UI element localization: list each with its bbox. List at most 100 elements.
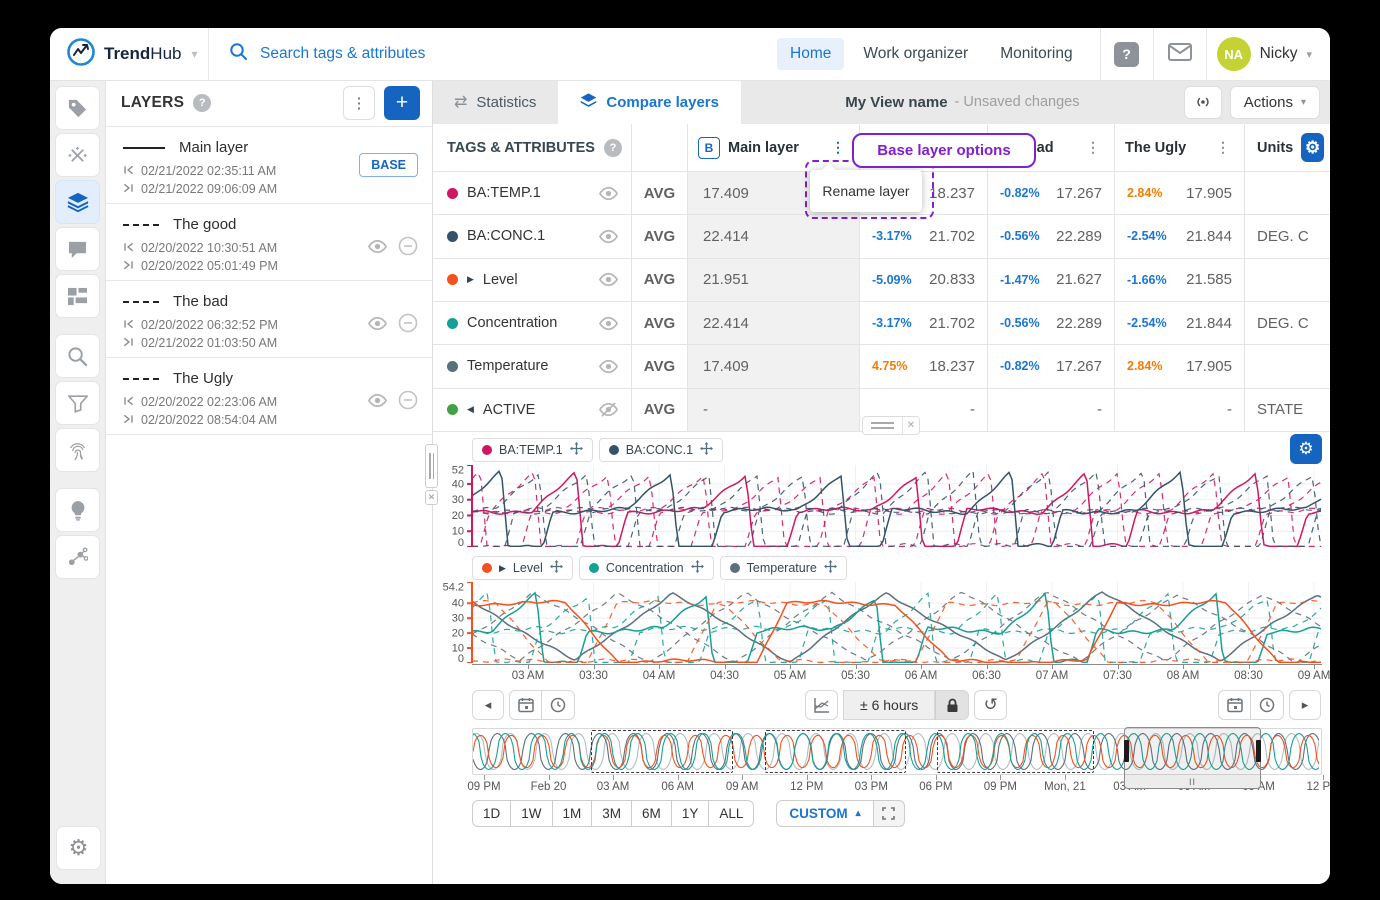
user-menu[interactable]: NA Nicky ▾ [1207, 37, 1330, 71]
expander-icon[interactable]: ▶ [499, 563, 506, 574]
pan-left-button[interactable]: ◂ [472, 690, 504, 720]
app-logo[interactable]: TrendHub ▾ [50, 37, 208, 72]
visibility-eye-icon[interactable] [598, 229, 619, 244]
legend-chip[interactable]: Concentration [579, 556, 714, 580]
aggregation-cell[interactable]: AVG [632, 345, 688, 388]
aggregation-cell[interactable]: AVG [632, 259, 688, 302]
tag-cell[interactable]: BA:CONC.1 [432, 215, 632, 258]
the-ugly-options-button[interactable]: ⋮ [1212, 137, 1234, 158]
vertical-resize-handle[interactable]: ✕ [425, 444, 438, 505]
trend-chart-1[interactable]: 52403020100 [442, 465, 1322, 547]
tab-compare-layers[interactable]: Compare layers [558, 80, 741, 124]
zoom-preset-6m[interactable]: 6M [632, 800, 672, 827]
help-circle-icon[interactable]: ? [193, 94, 211, 112]
tag-cell[interactable]: BA:TEMP.1 [432, 172, 632, 215]
layer-remove-button[interactable] [398, 236, 418, 261]
tag-cell[interactable]: Temperature [432, 345, 632, 388]
compare-mode-button[interactable] [805, 690, 838, 720]
move-icon[interactable] [691, 560, 704, 576]
layer-item[interactable]: The Ugly02/20/2022 02:23:06 AM02/20/2022… [105, 358, 432, 435]
layers-menu-button[interactable]: ⋮ [343, 86, 375, 120]
visibility-eye-icon[interactable] [598, 272, 619, 287]
clock-button[interactable] [1251, 690, 1284, 720]
search-bar[interactable] [209, 42, 777, 66]
zoom-preset-3m[interactable]: 3M [592, 800, 632, 827]
fit-range-button[interactable] [874, 800, 905, 827]
nav-work-organizer[interactable]: Work organizer [850, 38, 981, 70]
expander-icon[interactable]: ◀ [467, 404, 474, 415]
table-row[interactable]: BA:CONC.1AVG22.414-3.17%21.702-0.56%22.2… [432, 215, 1330, 258]
custom-range-button[interactable]: CUSTOM▴ [776, 800, 873, 827]
rail-context-items-button[interactable] [55, 133, 100, 177]
selection-handle-right[interactable] [1256, 740, 1261, 762]
rail-recommendations-button[interactable] [55, 535, 100, 579]
aggregation-cell[interactable]: AVG [632, 389, 688, 432]
help-button[interactable]: ? [1101, 28, 1153, 80]
units-settings-button[interactable]: ⚙ [1301, 133, 1324, 162]
clock-button[interactable] [542, 690, 575, 720]
table-row[interactable]: ConcentrationAVG22.414-3.17%21.702-0.56%… [432, 302, 1330, 345]
calendar-button[interactable] [509, 690, 542, 720]
table-row[interactable]: ▶LevelAVG21.951-5.09%20.833-1.47%21.627-… [432, 259, 1330, 302]
pan-right-button[interactable]: ▸ [1289, 690, 1321, 720]
close-icon[interactable]: ✕ [902, 417, 919, 434]
zoom-preset-1w[interactable]: 1W [511, 800, 552, 827]
context-layer-region-bad[interactable] [937, 730, 1094, 773]
aggregation-cell[interactable]: AVG [632, 302, 688, 345]
visibility-eye-off-icon[interactable] [598, 401, 619, 418]
aggregation-cell[interactable]: AVG [632, 215, 688, 258]
visibility-eye-icon[interactable] [598, 316, 619, 331]
brand-caret-icon[interactable]: ▾ [191, 47, 197, 61]
actions-button[interactable]: Actions▾ [1230, 86, 1320, 119]
trend-chart-2[interactable]: 54.2403020100 [442, 582, 1322, 663]
zoom-preset-1y[interactable]: 1Y [672, 800, 710, 827]
nav-home[interactable]: Home [777, 38, 844, 70]
add-layer-button[interactable]: + [384, 86, 420, 120]
context-overview-bar[interactable]: II [472, 728, 1322, 775]
legend-chip[interactable]: ▶Level [472, 556, 573, 580]
zoom-preset-all[interactable]: ALL [709, 800, 754, 827]
move-icon[interactable] [550, 560, 563, 576]
chart-settings-button[interactable]: ⚙ [1290, 434, 1322, 464]
context-selection-window[interactable] [1124, 727, 1261, 777]
rail-tag-button[interactable] [55, 86, 100, 130]
horizontal-resize-handle[interactable]: ✕ [862, 416, 920, 435]
rail-fingerprint-button[interactable] [55, 428, 100, 472]
the-bad-options-button[interactable]: ⋮ [1082, 137, 1104, 158]
legend-chip[interactable]: BA:TEMP.1 [472, 438, 593, 462]
rail-dashboard-button[interactable] [55, 274, 100, 318]
nav-monitoring[interactable]: Monitoring [987, 38, 1085, 70]
context-layer-region-ugly[interactable] [591, 730, 733, 773]
visibility-eye-icon[interactable] [598, 359, 619, 374]
tag-cell[interactable]: ◀ACTIVE [432, 389, 632, 432]
close-icon[interactable]: ✕ [425, 490, 438, 505]
table-row[interactable]: TemperatureAVG17.4094.75%18.237-0.82%17.… [432, 345, 1330, 388]
visibility-eye-icon[interactable] [598, 186, 619, 201]
time-range-label[interactable]: ± 6 hours [844, 690, 935, 720]
move-icon[interactable] [824, 560, 837, 576]
expander-icon[interactable]: ▶ [467, 274, 474, 285]
calendar-button[interactable] [1218, 690, 1251, 720]
aggregation-cell[interactable]: AVG [632, 172, 688, 215]
layer-visibility-toggle[interactable] [367, 393, 388, 413]
layer-remove-button[interactable] [398, 313, 418, 338]
tag-cell[interactable]: Concentration [432, 302, 632, 345]
legend-chip[interactable]: BA:CONC.1 [599, 438, 723, 462]
layer-visibility-toggle[interactable] [367, 239, 388, 259]
zoom-preset-1d[interactable]: 1D [472, 800, 511, 827]
move-icon[interactable] [570, 442, 583, 458]
rail-layers-button[interactable] [55, 180, 100, 224]
search-input[interactable] [258, 44, 582, 64]
selection-grip[interactable]: II [1124, 775, 1261, 789]
layer-item[interactable]: The good02/20/2022 10:30:51 AM02/20/2022… [105, 204, 432, 281]
layer-visibility-toggle[interactable] [367, 316, 388, 336]
broadcast-button[interactable] [1184, 86, 1222, 119]
layer-item[interactable]: Main layer02/21/2022 02:35:11 AM02/21/20… [105, 127, 432, 204]
tag-cell[interactable]: ▶Level [432, 259, 632, 302]
layer-remove-button[interactable] [398, 390, 418, 415]
rail-settings-button[interactable]: ⚙ [56, 826, 101, 870]
layer-item[interactable]: The bad02/20/2022 06:32:52 PM02/21/2022 … [105, 281, 432, 358]
lock-range-button[interactable] [935, 690, 969, 720]
main-layer-options-button[interactable]: ⋮ [827, 137, 849, 158]
rail-lightbulb-button[interactable] [55, 488, 100, 532]
